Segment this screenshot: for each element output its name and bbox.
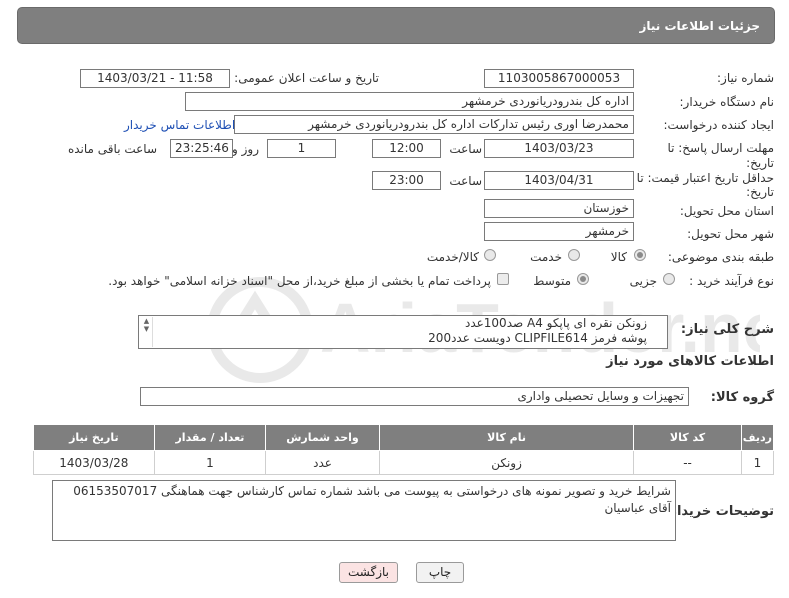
price-date-field: 1403/04/31 xyxy=(484,171,634,190)
col-item-name: نام کالا xyxy=(378,424,635,451)
reply-time-label: ساعت xyxy=(449,142,482,156)
category-radio-goods[interactable] xyxy=(634,249,646,261)
need-number-field: 1103005867000053 xyxy=(484,69,634,88)
col-need-date: تاریخ نیاز xyxy=(33,424,155,451)
col-unit: واحد شمارش xyxy=(265,424,380,451)
reply-date-field: 1403/03/23 xyxy=(484,139,634,158)
price-validity-date-label: تاریخ: xyxy=(746,185,774,199)
col-row-number: ردیف xyxy=(740,424,775,451)
city-field: خرمشهر xyxy=(484,222,634,241)
category-radio-goods-service[interactable] xyxy=(484,249,496,261)
cell-quantity: 1 xyxy=(153,450,267,475)
cell-item-code: -- xyxy=(633,450,742,475)
col-item-code: کد کالا xyxy=(633,424,742,451)
description-scrollbar[interactable]: ▲ ▼ xyxy=(141,317,153,347)
col-quantity: تعداد / مقدار xyxy=(153,424,267,451)
category-label: طبقه بندی موضوعی: xyxy=(667,250,774,264)
description-line-2: پوشه فرمز CLIPFILE614 دویست عدد200 xyxy=(428,331,647,345)
process-option-minor: جزیی xyxy=(629,274,657,288)
description-textarea[interactable]: زونکن نقره ای پاپکو A4 صد100عدد پوشه فرم… xyxy=(138,315,668,349)
category-option-goods: کالا xyxy=(610,250,627,264)
cell-unit: عدد xyxy=(265,450,380,475)
items-table: ردیف کد کالا نام کالا واحد شمارش تعداد /… xyxy=(33,424,775,475)
cell-item-name: زونکن xyxy=(378,450,635,475)
process-radio-minor[interactable] xyxy=(663,273,675,285)
city-label: شهر محل تحویل: xyxy=(687,227,774,241)
category-option-goods-service: کالا/خدمت xyxy=(426,250,479,264)
category-option-service: خدمت xyxy=(530,250,562,264)
payment-note: پرداخت تمام یا بخشی از مبلغ خرید،از محل … xyxy=(108,274,491,288)
payment-treasury-checkbox[interactable] xyxy=(497,273,509,285)
province-label: استان محل تحویل: xyxy=(679,204,774,218)
reply-deadline-label: مهلت ارسال پاسخ: تا xyxy=(667,141,774,155)
goods-group-field: تجهیزات و وسایل تحصیلی واداری xyxy=(140,387,689,406)
description-label: شرح کلی نیاز: xyxy=(680,322,774,337)
buyer-notes-label: توضیحات خریدار: xyxy=(664,504,774,519)
buyer-org-field: اداره کل بندرودریانوردی خرمشهر xyxy=(185,92,634,111)
buyer-org-label: نام دستگاه خریدار: xyxy=(679,95,775,109)
scroll-down-icon[interactable]: ▼ xyxy=(141,325,152,333)
process-radio-medium[interactable] xyxy=(577,273,589,285)
reply-time-field: 12:00 xyxy=(372,139,441,158)
cell-need-date: 1403/03/28 xyxy=(33,450,155,475)
need-number-label: شماره نیاز: xyxy=(717,71,774,85)
creator-field: محمدرضا اوری رئیس تداركات اداره کل بندرو… xyxy=(234,115,634,134)
cell-row-number: 1 xyxy=(740,450,775,475)
back-button[interactable]: بازگشت xyxy=(339,562,398,583)
goods-group-label: گروه کالا: xyxy=(710,390,774,405)
page-title: جزئیات اطلاعات نیاز xyxy=(639,19,760,33)
announce-datetime-field: 1403/03/21 - 11:58 xyxy=(80,69,230,88)
buyer-notes-textarea[interactable]: شرایط خرید و تصویر نمونه های درخواستی به… xyxy=(52,480,676,541)
announce-label: تاریخ و ساعت اعلان عمومی: xyxy=(234,71,379,85)
description-line-1: زونکن نقره ای پاپکو A4 صد100عدد xyxy=(464,316,647,330)
process-option-medium: متوسط xyxy=(533,274,571,288)
remaining-time-field: 23:25:46 xyxy=(170,139,233,158)
print-button[interactable]: چاپ xyxy=(416,562,464,583)
page-title-bar: جزئیات اطلاعات نیاز xyxy=(17,7,775,44)
table-header-row: ردیف کد کالا نام کالا واحد شمارش تعداد /… xyxy=(33,424,775,451)
price-time-field: 23:00 xyxy=(372,171,441,190)
buyer-contact-link[interactable]: اطلاعات تماس خریدار xyxy=(124,118,235,132)
category-radio-service[interactable] xyxy=(568,249,580,261)
reply-deadline-date-label: تاریخ: xyxy=(746,156,774,170)
days-label: روز و xyxy=(232,142,259,156)
scroll-up-icon[interactable]: ▲ xyxy=(141,317,152,325)
price-time-label: ساعت xyxy=(449,174,482,188)
process-label: نوع فرآیند خرید : xyxy=(689,274,774,288)
creator-label: ایجاد کننده درخواست: xyxy=(663,118,774,132)
remaining-days-field: 1 xyxy=(267,139,336,158)
table-row[interactable]: 1 -- زونکن عدد 1 1403/03/28 xyxy=(33,450,775,475)
remaining-label: ساعت باقی مانده xyxy=(67,142,157,156)
price-validity-label: حداقل تاریخ اعتبار قیمت: تا xyxy=(636,171,774,185)
goods-info-title: اطلاعات کالاهای مورد نیاز xyxy=(606,354,774,369)
province-field: خوزستان xyxy=(484,199,634,218)
